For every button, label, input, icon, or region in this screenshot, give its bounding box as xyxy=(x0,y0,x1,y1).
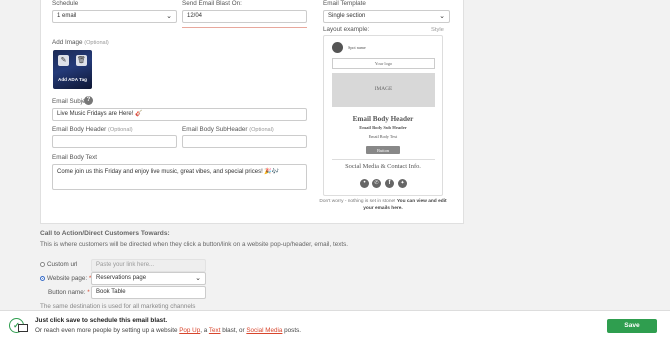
optional-note: (Optional) xyxy=(249,127,274,133)
footer-suffix: posts. xyxy=(284,327,301,334)
button-name-input[interactable]: Book Table xyxy=(91,286,206,299)
button-name-label: Button name: * xyxy=(48,289,90,296)
custom-url-label: Custom url xyxy=(47,261,78,268)
footer-title: Just click save to schedule this email b… xyxy=(35,317,168,324)
footer-bar: ✓ Just click save to schedule this email… xyxy=(0,310,670,341)
footer-line: Or reach even more people by setting up … xyxy=(35,327,301,334)
email-template-value: Single section xyxy=(328,13,366,19)
chevron-down-icon: ⌄ xyxy=(195,275,201,282)
preview-text: Email Body Text xyxy=(368,134,398,139)
location-icon: • xyxy=(360,179,369,188)
send-date-label: Send Email Blast On: xyxy=(182,0,242,7)
preview-logo-text: Your logo xyxy=(374,61,393,66)
chevron-down-icon: ⌄ xyxy=(439,13,445,20)
schedule-value: 1 email xyxy=(57,13,77,19)
preview-divider xyxy=(332,159,435,160)
cta-note: The same destination is used for all mar… xyxy=(40,303,196,310)
schedule-select[interactable]: 1 email ⌄ xyxy=(52,10,177,23)
cta-description: This is where customers will be directed… xyxy=(40,241,349,248)
optional-note: (Optional) xyxy=(108,127,133,133)
layout-preview: Spot name Your logo IMAGE Email Body Hea… xyxy=(323,35,443,196)
envelope-icon xyxy=(18,324,28,332)
preview-image-box: IMAGE xyxy=(332,73,435,107)
body-subheader-label-text: Email Body SubHeader xyxy=(182,126,248,133)
body-text-textarea[interactable]: Come join us this Friday and enjoy live … xyxy=(52,164,307,190)
preview-image-text: IMAGE xyxy=(374,86,393,92)
website-page-radio[interactable] xyxy=(40,276,45,281)
button-name-label-text: Button name: xyxy=(48,289,86,296)
website-page-select[interactable]: Reservations page ⌄ xyxy=(91,272,206,285)
body-header-label-text: Email Body Header xyxy=(52,126,107,133)
preview-button-label: Button xyxy=(377,147,389,153)
body-text-label: Email Body Text xyxy=(52,154,98,161)
date-underline xyxy=(182,27,307,28)
body-subheader-input[interactable] xyxy=(182,135,307,148)
cta-heading: Call to Action/Direct Customers Towards: xyxy=(40,230,170,237)
footer-sep: blast, or xyxy=(222,327,245,334)
custom-url-radio[interactable] xyxy=(40,262,45,267)
custom-url-input[interactable]: Paste your link here... xyxy=(91,259,206,272)
website-page-label-text: Website page: xyxy=(47,275,88,282)
text-link[interactable]: Text xyxy=(209,327,221,334)
social-media-link[interactable]: Social Media xyxy=(246,327,282,334)
website-page-label: Website page: * xyxy=(47,275,91,282)
required-mark: * xyxy=(87,289,90,296)
optional-note: (Optional) xyxy=(84,40,109,46)
body-subheader-label: Email Body SubHeader (Optional) xyxy=(182,126,274,133)
website-page-value: Reservations page xyxy=(96,275,147,281)
add-ada-tag-button[interactable]: Add ADA Tag xyxy=(53,77,92,82)
email-subject-input[interactable]: Live Music Fridays are Here! 🎸 xyxy=(52,108,307,121)
preview-logo-box: Your logo xyxy=(332,58,435,69)
phone-icon: ✆ xyxy=(372,179,381,188)
preview-note: Don't worry - nothing is set in stone! Y… xyxy=(318,198,448,212)
footer-line-prefix: Or reach even more people by setting up … xyxy=(35,327,178,334)
style-link[interactable]: Style xyxy=(431,27,444,33)
email-template-label: Email Template xyxy=(323,0,366,7)
preview-social-text: Social Media & Contact Info. xyxy=(345,163,421,170)
facebook-icon: f xyxy=(385,179,394,188)
edit-pencil-icon[interactable]: ✎ xyxy=(58,55,69,66)
preview-subheader: Email Body Sub Header xyxy=(359,125,407,130)
footer-sep: , a xyxy=(200,327,208,334)
email-template-select[interactable]: Single section ⌄ xyxy=(323,10,450,23)
help-icon[interactable]: ? xyxy=(84,96,93,105)
body-header-input[interactable] xyxy=(52,135,177,148)
body-header-label: Email Body Header (Optional) xyxy=(52,126,133,133)
preview-header: Email Body Header xyxy=(352,115,414,123)
send-date-input[interactable]: 12/04 xyxy=(182,10,307,23)
twitter-icon: ✦ xyxy=(398,179,407,188)
add-image-label-text: Add Image xyxy=(52,39,83,46)
preview-button: Button xyxy=(366,146,400,154)
preview-spot-name: Spot name xyxy=(348,45,366,50)
image-thumbnail[interactable]: ✎ 🗑 Add ADA Tag xyxy=(53,50,92,89)
popup-link[interactable]: Pop Up xyxy=(179,327,200,334)
add-image-label: Add Image (Optional) xyxy=(52,39,109,46)
schedule-label: Schedule xyxy=(52,0,79,7)
layout-example-label: Layout example: xyxy=(323,26,370,33)
chevron-down-icon: ⌄ xyxy=(166,13,172,20)
preview-note-prefix: Don't worry - nothing is set in stone! xyxy=(319,199,396,204)
spot-avatar xyxy=(332,42,343,53)
trash-icon[interactable]: 🗑 xyxy=(76,55,87,66)
save-button[interactable]: Save xyxy=(607,319,657,333)
